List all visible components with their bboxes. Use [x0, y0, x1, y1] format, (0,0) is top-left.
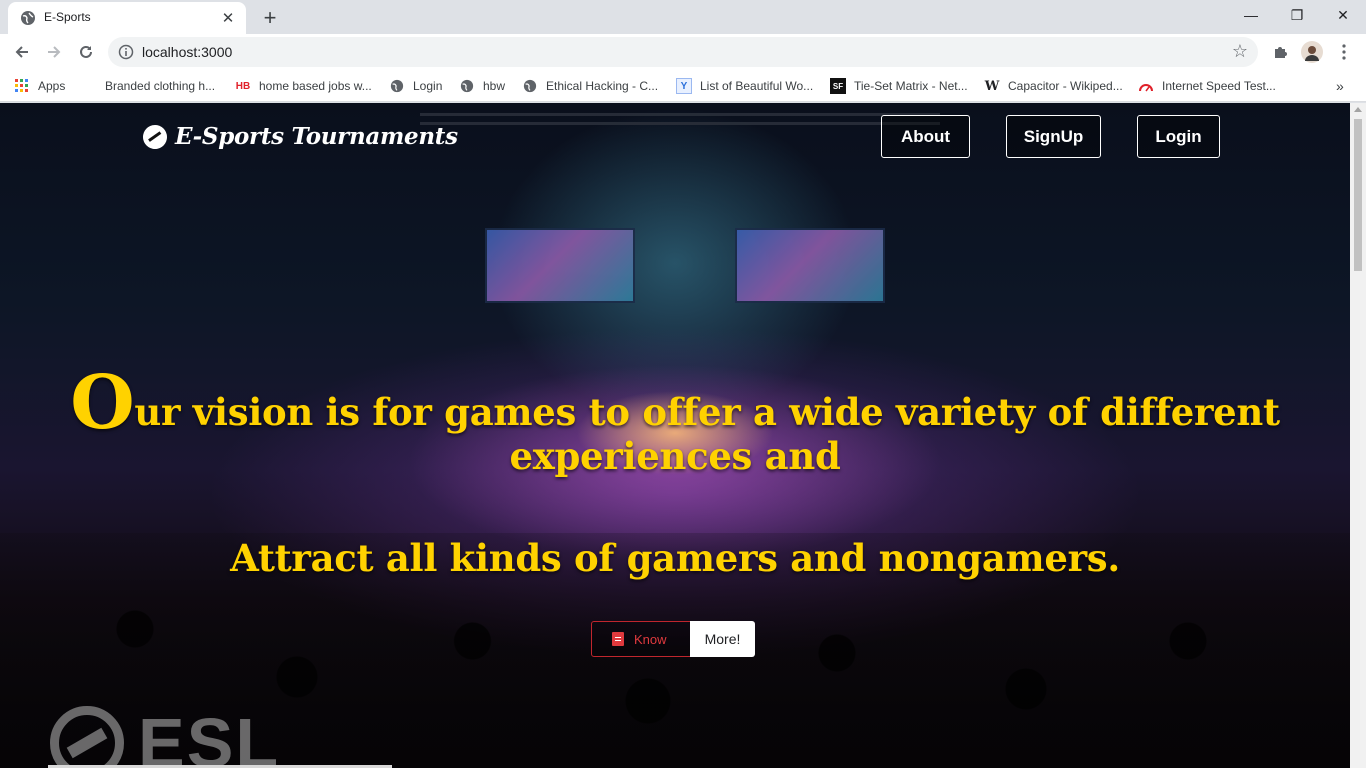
forward-button[interactable]: [40, 38, 68, 66]
browser-tab[interactable]: E-Sports ✕: [8, 2, 246, 34]
bookmark-label: home based jobs w...: [259, 79, 372, 93]
bookmark-label: Branded clothing h...: [105, 79, 216, 93]
page-scrollbar[interactable]: [1350, 103, 1366, 768]
stage-truss: [420, 113, 940, 125]
yd-icon: Y: [676, 78, 692, 94]
document-icon: [612, 632, 624, 646]
info-icon[interactable]: [118, 44, 134, 60]
wikipedia-icon: W: [984, 78, 1000, 94]
browser-menu-icon[interactable]: [1332, 40, 1356, 64]
stage-screen-right: [735, 228, 885, 303]
close-tab-icon[interactable]: ✕: [218, 8, 238, 28]
globe-icon: [389, 78, 405, 94]
hero-dropcap: O: [70, 360, 135, 446]
globe-icon: [522, 78, 538, 94]
profile-avatar[interactable]: [1300, 40, 1324, 64]
arrow-left-icon: [15, 46, 28, 58]
bookmarks-overflow-chevron-icon[interactable]: »: [1336, 76, 1344, 96]
bookmark-tie-set-matrix[interactable]: SF Tie-Set Matrix - Net...: [830, 76, 968, 96]
reload-button[interactable]: [72, 38, 100, 66]
scrollbar-thumb[interactable]: [1354, 119, 1362, 271]
browser-tab-strip: E-Sports ✕ + — ❐ ✕: [0, 0, 1366, 34]
bookmark-home-based-jobs[interactable]: HB home based jobs w...: [235, 76, 372, 96]
restore-window-button[interactable]: ❐: [1274, 0, 1320, 30]
blank-icon: [81, 78, 97, 94]
about-nav-button[interactable]: About: [881, 115, 970, 158]
bookmark-capacitor-wikipedia[interactable]: W Capacitor - Wikiped...: [984, 76, 1123, 96]
globe-icon: [459, 78, 475, 94]
bookmark-label: Tie-Set Matrix - Net...: [854, 79, 968, 93]
new-tab-button[interactable]: +: [256, 4, 284, 32]
know-more-button[interactable]: Know: [591, 621, 691, 657]
bookmark-label: Internet Speed Test...: [1162, 79, 1276, 93]
arrow-right-icon: [48, 46, 61, 58]
bookmark-login[interactable]: Login: [389, 76, 442, 96]
esl-logo: ESL: [50, 703, 280, 768]
brand-name: E-Sports Tournaments: [175, 123, 458, 150]
minimize-window-button[interactable]: —: [1228, 0, 1274, 30]
bookmark-label: Login: [413, 79, 443, 93]
close-window-button[interactable]: ✕: [1320, 0, 1366, 30]
bookmark-label: Ethical Hacking - C...: [546, 79, 659, 93]
bookmark-label: Apps: [38, 79, 66, 93]
scroll-up-arrow-icon[interactable]: [1354, 107, 1362, 112]
bookmark-apps[interactable]: Apps: [14, 76, 65, 96]
tab-title: E-Sports: [44, 10, 91, 24]
url-text: localhost:3000: [142, 44, 233, 60]
bookmark-ethical-hacking[interactable]: Ethical Hacking - C...: [522, 76, 658, 96]
esl-logo-text: ESL: [138, 704, 281, 768]
signup-nav-button[interactable]: SignUp: [1006, 115, 1101, 158]
back-button[interactable]: [8, 38, 36, 66]
hero-subheadline: Attract all kinds of gamers and nongamer…: [230, 536, 1120, 580]
bookmark-star-icon[interactable]: ☆: [1232, 41, 1248, 62]
hb-icon: HB: [235, 80, 251, 92]
bookmark-beautiful-words[interactable]: Y List of Beautiful Wo...: [676, 76, 813, 96]
address-bar[interactable]: localhost:3000 ☆: [108, 37, 1258, 67]
bookmark-internet-speed-test[interactable]: Internet Speed Test...: [1138, 76, 1276, 96]
speedometer-icon: [1138, 78, 1154, 94]
bookmark-label: Capacitor - Wikiped...: [1008, 79, 1123, 93]
bookmark-branded-clothing[interactable]: Branded clothing h...: [81, 76, 215, 96]
stage-screen-left: [485, 228, 635, 303]
know-label: Know: [634, 631, 667, 647]
site-brand[interactable]: E-Sports Tournaments: [138, 119, 458, 154]
bookmark-label: hbw: [483, 79, 506, 93]
apps-grid-icon: [14, 78, 30, 94]
bookmark-hbw[interactable]: hbw: [459, 76, 505, 96]
hero-headline: Our vision is for games to offer a wide …: [0, 366, 1350, 478]
bookmarks-bar: Apps Branded clothing h... HB home based…: [0, 70, 1366, 102]
sf-icon: SF: [830, 78, 846, 94]
login-nav-button[interactable]: Login: [1137, 115, 1220, 158]
football-icon: [138, 119, 172, 154]
extensions-puzzle-icon[interactable]: [1268, 40, 1292, 64]
reload-icon: [80, 45, 92, 58]
more-label-tab[interactable]: More!: [690, 621, 755, 657]
browser-toolbar: localhost:3000 ☆: [0, 34, 1366, 70]
globe-icon: [21, 11, 35, 25]
hero-line-1: ur vision is for games to offer a wide v…: [134, 390, 1280, 478]
page-viewport: E-Sports Tournaments About SignUp Login …: [0, 103, 1350, 768]
esl-ring-icon: [50, 706, 124, 768]
bookmark-label: List of Beautiful Wo...: [700, 79, 814, 93]
